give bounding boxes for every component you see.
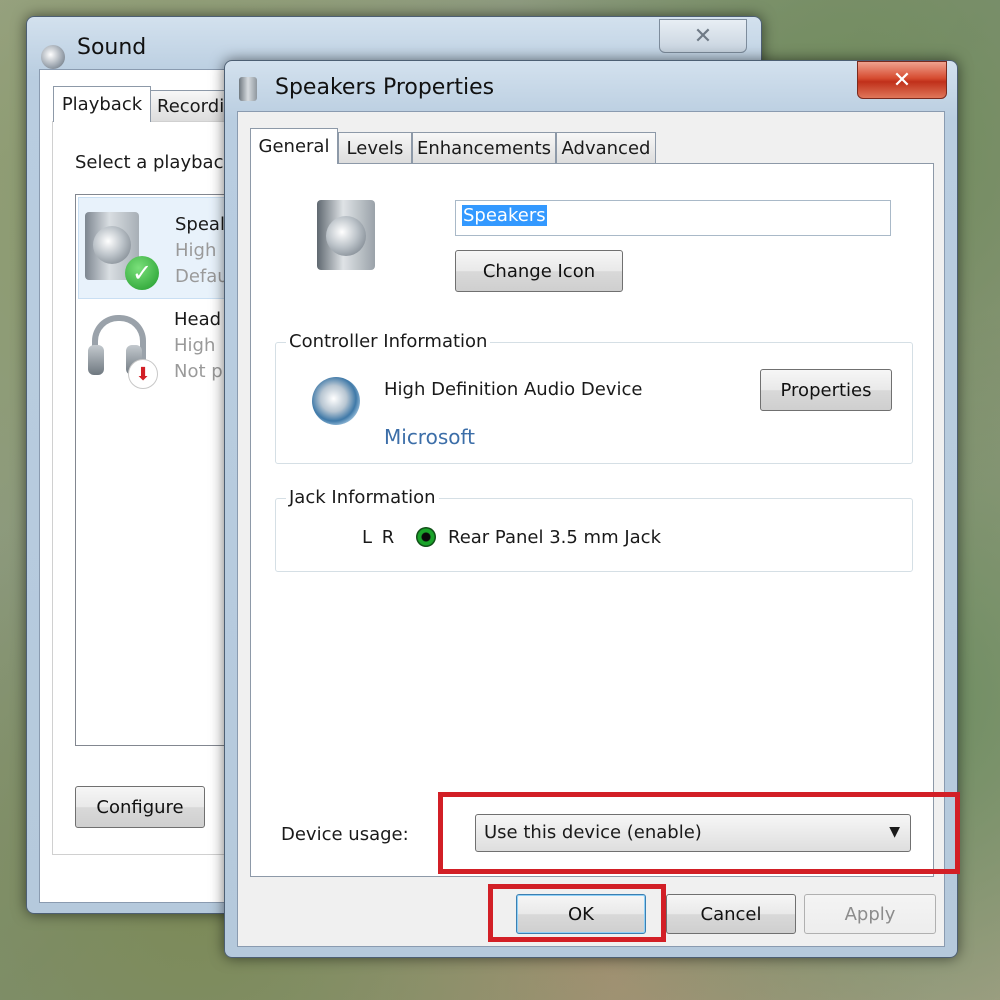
arrow-down-icon: ⬇ — [128, 359, 158, 389]
tab-enhancements[interactable]: Enhancements — [412, 132, 556, 164]
close-icon: ✕ — [892, 67, 912, 93]
device-name-value: Speakers — [462, 205, 547, 226]
close-icon: ✕ — [693, 23, 713, 49]
controller-information-group: Controller Information High Definition A… — [275, 331, 913, 464]
device-status: Defau — [175, 266, 229, 287]
device-detail: High — [175, 240, 217, 261]
tab-playback[interactable]: Playback — [53, 86, 151, 122]
device-usage-label: Device usage: — [281, 824, 409, 845]
ok-button-highlight — [488, 884, 666, 942]
jack-description: Rear Panel 3.5 mm Jack — [448, 527, 662, 548]
apply-button: Apply — [804, 894, 936, 934]
speaker-icon — [317, 200, 375, 270]
jack-information-label: Jack Information — [286, 487, 439, 508]
speaker-app-icon — [239, 77, 257, 101]
change-icon-button[interactable]: Change Icon — [455, 250, 623, 292]
properties-title: Speakers Properties — [275, 75, 495, 100]
jack-channels: L R — [362, 527, 397, 548]
controller-device-name: High Definition Audio Device — [384, 379, 643, 400]
device-status: Not p — [174, 361, 223, 382]
general-panel: Speakers Change Icon Controller Informat… — [250, 163, 934, 877]
jack-color-indicator — [416, 527, 436, 547]
check-icon: ✓ — [125, 256, 159, 290]
manufacturer-link[interactable]: Microsoft — [384, 425, 475, 449]
sound-title: Sound — [77, 35, 147, 60]
cancel-button[interactable]: Cancel — [666, 894, 796, 934]
device-name-input[interactable]: Speakers — [455, 200, 891, 236]
device-name: Head — [174, 309, 222, 330]
device-name: Speal — [175, 214, 225, 235]
tab-advanced[interactable]: Advanced — [556, 132, 656, 164]
device-usage-highlight — [438, 792, 960, 874]
device-detail: High — [174, 335, 216, 356]
tab-general[interactable]: General — [250, 128, 338, 164]
sound-app-icon — [41, 45, 65, 69]
controller-information-label: Controller Information — [286, 331, 491, 352]
controller-properties-button[interactable]: Properties — [760, 369, 892, 411]
configure-button[interactable]: Configure — [75, 786, 205, 828]
properties-close-button[interactable]: ✕ — [857, 61, 947, 99]
properties-titlebar[interactable]: Speakers Properties ✕ — [225, 61, 957, 117]
playback-instruction: Select a playback — [75, 152, 234, 173]
audio-device-icon — [312, 377, 360, 425]
sound-close-button[interactable]: ✕ — [659, 19, 747, 53]
jack-information-group: Jack Information L R Rear Panel 3.5 mm J… — [275, 487, 913, 572]
tab-levels[interactable]: Levels — [338, 132, 412, 164]
